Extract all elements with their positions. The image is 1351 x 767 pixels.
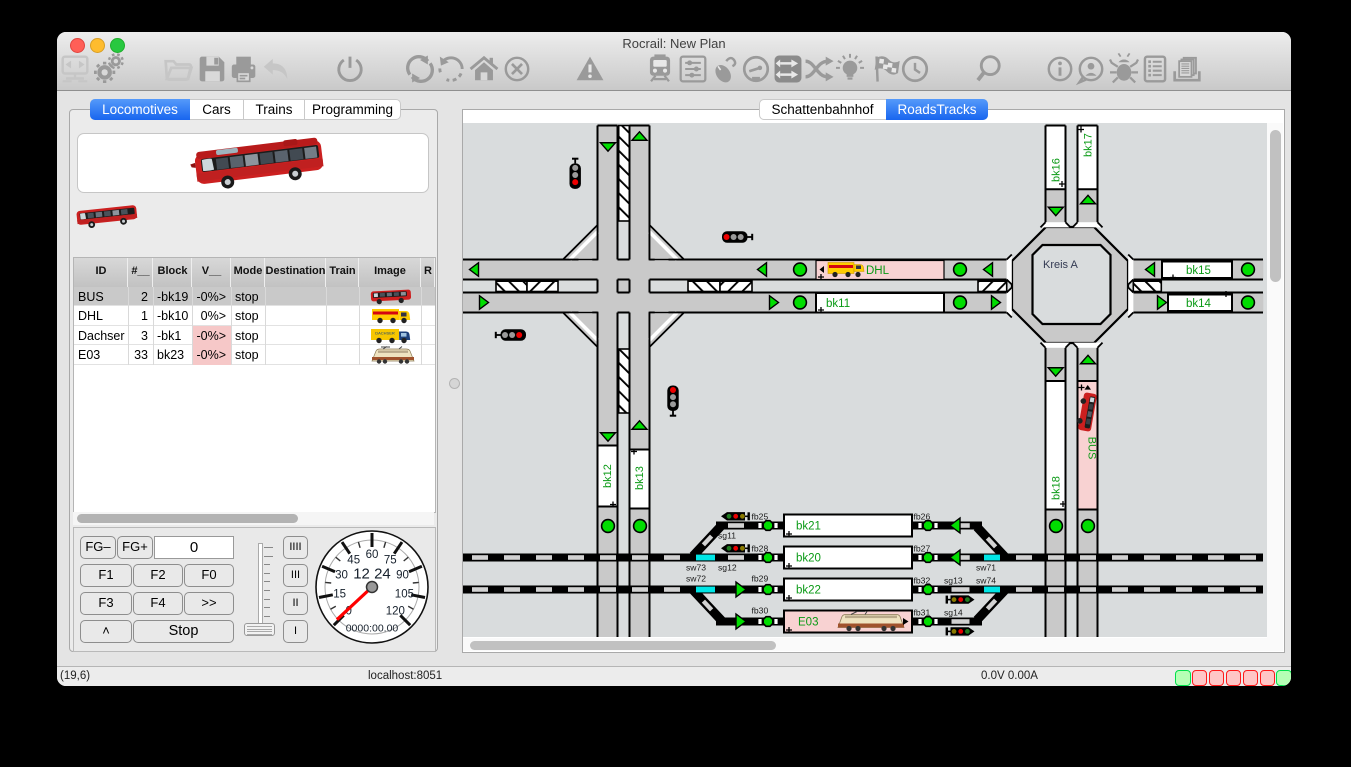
svg-text:sg12: sg12 [718,563,737,573]
svg-text:bk16: bk16 [1051,158,1063,182]
svg-text:bk11: bk11 [826,298,850,310]
svg-text:sw71: sw71 [976,563,996,573]
svg-text:15: 15 [333,588,346,600]
svg-text:sw72: sw72 [686,574,706,584]
svg-text:fb31: fb31 [914,608,931,618]
svg-text:E03: E03 [798,617,818,629]
svg-text:fb25: fb25 [752,512,769,522]
svg-text:bk15: bk15 [1186,265,1211,277]
svg-text:sg13: sg13 [944,576,963,586]
svg-text:105: 105 [395,588,414,600]
svg-text:120: 120 [386,605,405,617]
svg-text:bk21: bk21 [796,521,821,533]
svg-text:fb30: fb30 [752,606,769,616]
svg-text:60: 60 [366,549,379,561]
svg-text:fb29: fb29 [752,574,769,584]
svg-text:sw73: sw73 [686,563,706,573]
svg-text:BUS: BUS [1086,437,1098,460]
svg-text:DHL: DHL [866,265,890,277]
svg-text:bk18: bk18 [1051,476,1063,500]
svg-text:bk20: bk20 [796,553,821,565]
svg-text:bk17: bk17 [1083,133,1095,157]
svg-text:12 24: 12 24 [353,565,391,582]
svg-text:fb26: fb26 [914,512,931,522]
svg-text:DACHSER: DACHSER [375,330,395,335]
svg-text:Kreis A: Kreis A [1043,259,1079,271]
svg-text:fb32: fb32 [914,576,931,586]
svg-text:0000:00.00: 0000:00.00 [346,622,399,634]
svg-text:90: 90 [396,569,409,581]
svg-text:sg14: sg14 [944,608,963,618]
svg-text:bk13: bk13 [634,466,646,490]
svg-text:30: 30 [335,569,348,581]
svg-text:sw74: sw74 [976,576,996,586]
svg-text:bk22: bk22 [796,585,821,597]
svg-text:sg11: sg11 [718,531,736,541]
svg-text:fb28: fb28 [752,544,769,554]
svg-text:bk12: bk12 [602,464,614,488]
svg-text:fb27: fb27 [914,544,931,554]
svg-text:bk14: bk14 [1186,298,1212,310]
